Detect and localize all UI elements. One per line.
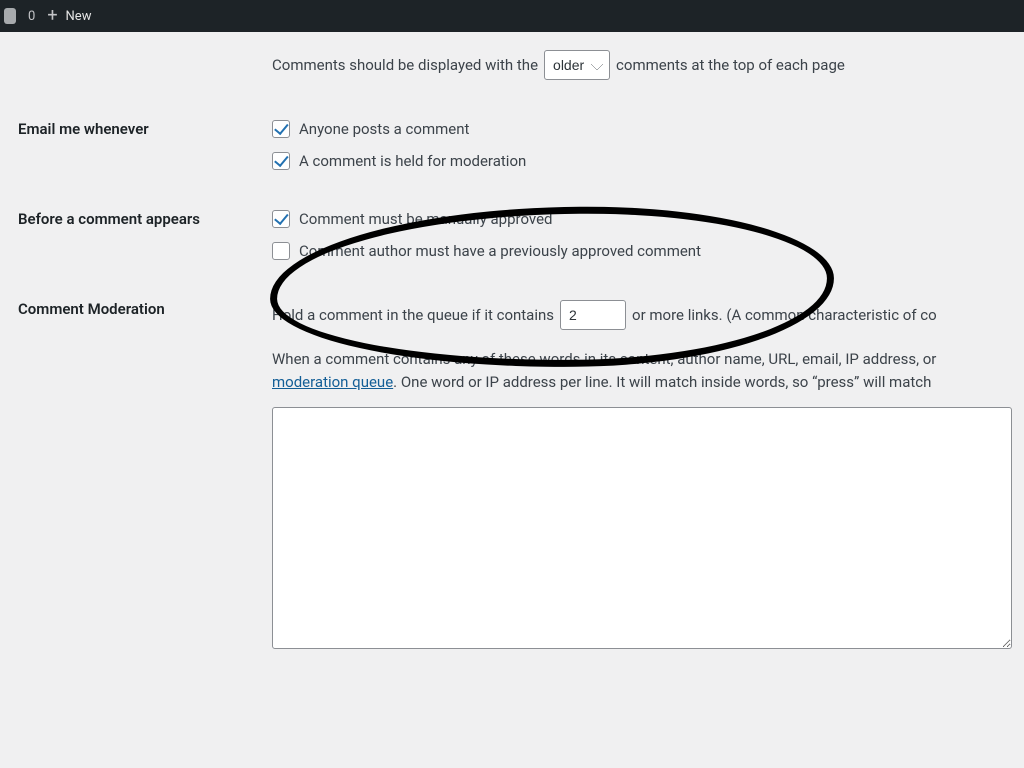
email-options: Anyone posts a comment A comment is held… <box>272 120 1012 170</box>
settings-discussion-page: Comments should be displayed with the ol… <box>0 32 1024 675</box>
email-held-moderation-row[interactable]: A comment is held for moderation <box>272 152 1012 170</box>
before-heading: Before a comment appears <box>0 192 260 282</box>
manually-approved-label: Comment must be manually approved <box>299 210 553 228</box>
checkbox-checked-icon[interactable] <box>272 210 290 228</box>
new-button[interactable]: New <box>66 9 92 24</box>
moderation-links-prefix: Hold a comment in the queue if it contai… <box>272 306 554 324</box>
moderation-links-row: Hold a comment in the queue if it contai… <box>272 300 1012 330</box>
checkbox-checked-icon[interactable] <box>272 120 290 138</box>
moderation-queue-link[interactable]: moderation queue <box>272 373 393 391</box>
moderation-keys-textarea[interactable] <box>272 407 1012 649</box>
previously-approved-label: Comment author must have a previously ap… <box>299 242 701 260</box>
comments-bubble-icon[interactable] <box>4 8 16 24</box>
previously-approved-row[interactable]: Comment author must have a previously ap… <box>272 242 1012 260</box>
moderation-desc-pre: When a comment contains any of these wor… <box>272 350 936 368</box>
moderation-description: When a comment contains any of these wor… <box>272 348 1012 395</box>
checkbox-checked-icon[interactable] <box>272 152 290 170</box>
comment-order-select[interactable]: older <box>544 50 610 80</box>
before-options: Comment must be manually approved Commen… <box>272 210 1012 260</box>
moderation-desc-post: . One word or IP address per line. It wi… <box>393 373 931 391</box>
comments-count[interactable]: 0 <box>28 9 35 24</box>
settings-table: Comments should be displayed with the ol… <box>0 32 1024 675</box>
moderation-links-input[interactable] <box>560 300 626 330</box>
checkbox-unchecked-icon[interactable] <box>272 242 290 260</box>
plus-icon[interactable]: + <box>47 7 57 25</box>
email-anyone-posts-label: Anyone posts a comment <box>299 120 469 138</box>
email-heading: Email me whenever <box>0 102 260 192</box>
email-anyone-posts-row[interactable]: Anyone posts a comment <box>272 120 1012 138</box>
comment-order-prefix: Comments should be displayed with the <box>272 56 538 74</box>
comment-order-row: Comments should be displayed with the ol… <box>272 50 1012 80</box>
comment-order-suffix: comments at the top of each page <box>616 56 845 74</box>
moderation-links-suffix: or more links. (A common characteristic … <box>632 306 937 324</box>
admin-toolbar: 0 + New <box>0 0 1024 32</box>
email-held-moderation-label: A comment is held for moderation <box>299 152 526 170</box>
moderation-heading: Comment Moderation <box>0 282 260 675</box>
manually-approved-row[interactable]: Comment must be manually approved <box>272 210 1012 228</box>
